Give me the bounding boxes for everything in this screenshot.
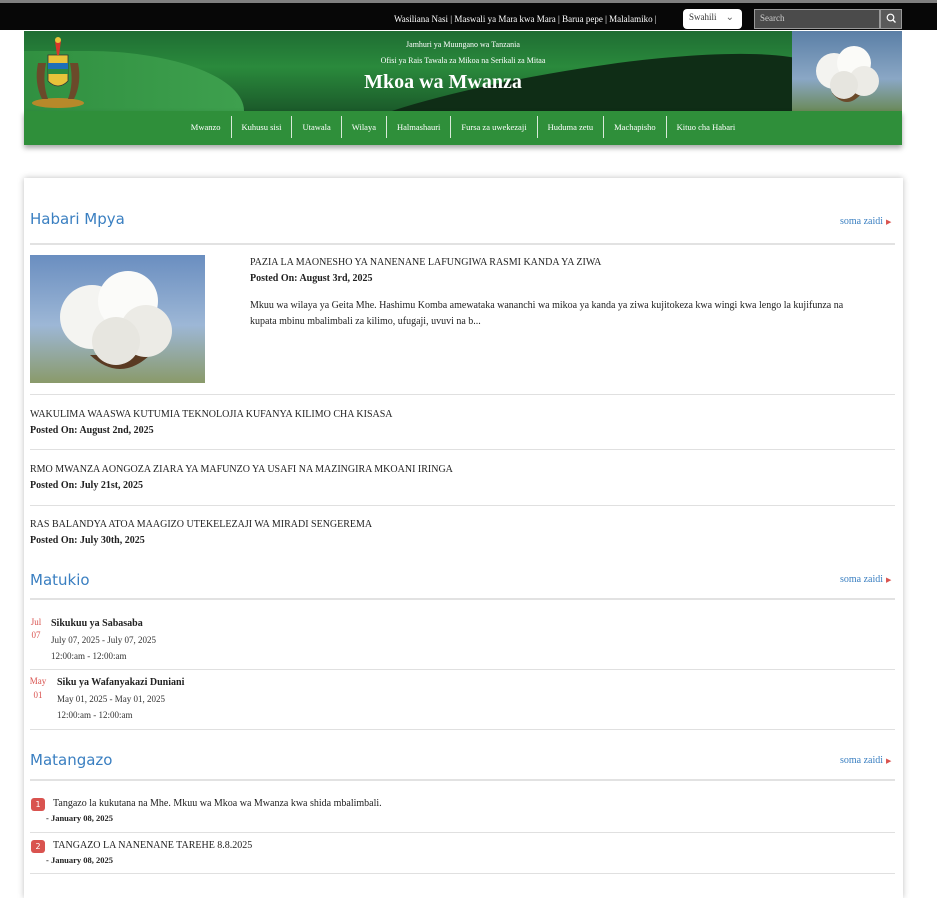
- search-button[interactable]: [880, 9, 902, 29]
- site-banner: Jamhuri ya Muungano wa Tanzania Ofisi ya…: [24, 31, 902, 111]
- banner-office: Ofisi ya Rais Tawala za Mikoa na Serikal…: [380, 56, 546, 65]
- search-input[interactable]: Search: [754, 9, 880, 29]
- link-wasiliana[interactable]: Wasiliana Nasi: [394, 14, 448, 24]
- notice-text[interactable]: TANGAZO LA NANENANE TAREHE 8.8.2025: [53, 840, 252, 851]
- events-divider: [30, 669, 895, 670]
- news-more-link[interactable]: soma zaidi ▶: [840, 216, 891, 227]
- news-item-headline[interactable]: RMO MWANZA AONGOZA ZIARA YA MAFUNZO YA U…: [30, 464, 453, 475]
- link-malalamiko[interactable]: Malalamiko: [609, 14, 653, 24]
- news-item-date: Posted On: July 30th, 2025: [30, 535, 145, 546]
- event-day: 07: [31, 630, 41, 640]
- cotton-image: [816, 46, 879, 102]
- caret-right-icon: ▶: [886, 757, 892, 765]
- nav-fursa-za-uwekezaji[interactable]: Fursa za uwekezaji: [450, 116, 536, 138]
- news-featured-summary-1: Mkuu wa wilaya ya Geita Mhe. Hashimu Kom…: [250, 300, 844, 311]
- main-navigation: Mwanzo Kuhusu sisi Utawala Wilaya Halmashaur…: [24, 111, 902, 145]
- notice-date: - January 08, 2025: [46, 813, 114, 823]
- event-time: 12:00:am - 12:00:am: [57, 710, 133, 720]
- news-featured-summary-2: kupata mbinu mbalimbali za kilimo, ufuga…: [250, 316, 481, 327]
- event-dates: July 07, 2025 - July 07, 2025: [51, 635, 157, 645]
- notices-divider: [30, 873, 895, 874]
- banner-cotton-photo: [792, 31, 902, 111]
- notices-more-label: soma zaidi: [840, 755, 884, 766]
- top-bar: Wasiliana Nasi | Maswali ya Mara kwa Mar…: [0, 0, 937, 30]
- event-month: Jul: [30, 617, 42, 627]
- news-divider: [30, 505, 895, 506]
- nav-mwanzo[interactable]: Mwanzo: [181, 116, 231, 138]
- news-item-headline[interactable]: RAS BALANDYA ATOA MAAGIZO UTEKELEZAJI WA…: [30, 519, 372, 530]
- notices-divider: [30, 832, 895, 833]
- news-divider: [30, 243, 895, 245]
- nav-kituo-cha-habari[interactable]: Kituo cha Habari: [665, 116, 746, 138]
- nav-huduma-zetu[interactable]: Huduma zetu: [536, 116, 604, 138]
- notice-text[interactable]: Tangazo la kukutana na Mhe. Mkuu wa Mkoa…: [53, 798, 382, 809]
- notice-number-badge: 2: [31, 840, 45, 853]
- news-featured-headline[interactable]: PAZIA LA MAONESHO YA NANENANE LAFUNGIWA …: [250, 257, 601, 268]
- event-name[interactable]: Sikukuu ya Sabasaba: [51, 618, 143, 629]
- link-maswali[interactable]: Maswali ya Mara kwa Mara: [454, 14, 555, 24]
- top-links: Wasiliana Nasi | Maswali ya Mara kwa Mar…: [394, 14, 657, 24]
- link-barua-pepe[interactable]: Barua pepe: [562, 14, 603, 24]
- caret-right-icon: ▶: [886, 576, 892, 584]
- events-more-link[interactable]: soma zaidi ▶: [840, 574, 891, 585]
- events-divider: [30, 729, 895, 730]
- news-item-date: Posted On: August 2nd, 2025: [30, 425, 154, 436]
- event-name[interactable]: Siku ya Wafanyakazi Duniani: [57, 677, 184, 688]
- chevron-down-icon: ⌄: [725, 12, 734, 23]
- nav-kuhusu-sisi[interactable]: Kuhusu sisi: [230, 116, 292, 138]
- news-more-label: soma zaidi: [840, 216, 884, 227]
- events-section-title: Matukio: [30, 571, 90, 589]
- search-icon: [886, 13, 896, 23]
- news-section-title: Habari Mpya: [30, 210, 125, 228]
- notice-date: - January 08, 2025: [46, 855, 114, 865]
- notices-section-title: Matangazo: [30, 751, 113, 769]
- banner-country: Jamhuri ya Muungano wa Tanzania: [406, 40, 520, 49]
- news-item-headline[interactable]: WAKULIMA WAASWA KUTUMIA TEKNOLOJIA KUFAN…: [30, 409, 393, 420]
- cotton-image: [60, 271, 172, 369]
- notices-divider: [30, 779, 895, 781]
- events-divider: [30, 598, 895, 600]
- nav-wilaya[interactable]: Wilaya: [340, 116, 386, 138]
- event-dates: May 01, 2025 - May 01, 2025: [57, 694, 165, 704]
- notices-more-link[interactable]: soma zaidi ▶: [840, 755, 891, 766]
- caret-right-icon: ▶: [886, 218, 892, 226]
- news-featured-date: Posted On: August 3rd, 2025: [250, 273, 373, 284]
- notice-number-badge: 1: [31, 798, 45, 811]
- news-divider: [30, 449, 895, 450]
- language-select[interactable]: Swahili ⌄: [683, 9, 742, 29]
- nav-machapisho[interactable]: Machapisho: [603, 116, 666, 138]
- nav-halmashauri[interactable]: Halmashauri: [385, 116, 450, 138]
- news-item-date: Posted On: July 21st, 2025: [30, 480, 144, 491]
- event-day: 01: [33, 690, 43, 700]
- nav-utawala[interactable]: Utawala: [291, 116, 340, 138]
- event-month: May: [29, 676, 47, 686]
- banner-title: Mkoa wa Mwanza: [364, 71, 522, 93]
- event-time: 12:00:am - 12:00:am: [51, 651, 127, 661]
- events-more-label: soma zaidi: [840, 574, 884, 585]
- language-value: Swahili: [689, 12, 717, 22]
- news-featured-image[interactable]: [30, 255, 205, 383]
- news-divider: [30, 394, 895, 395]
